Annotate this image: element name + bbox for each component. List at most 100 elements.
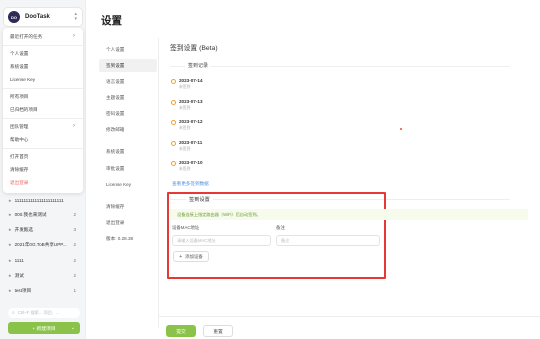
record-date: 2023-07-11 [179, 140, 203, 145]
new-project-label: + 新建项目 [32, 326, 56, 332]
menu-divider [3, 118, 83, 119]
page-title: 设置 [101, 15, 122, 27]
project-count: 2 [73, 258, 76, 263]
plus-icon: + [179, 253, 183, 260]
more-records-link[interactable]: 查看更多签到数据 [172, 181, 209, 187]
checkin-settings-label: 签到设置 [186, 196, 213, 203]
star-icon: ★ [8, 227, 12, 232]
settings-nav-password[interactable]: 密码设置 [99, 107, 157, 120]
wifi-hint: 设备连接上指定路由器（WiFi）后自动签到。 [170, 209, 528, 220]
settings-nav-license[interactable]: License Key [99, 178, 157, 191]
records-divider [170, 66, 510, 67]
record-date: 2023-07-13 [179, 99, 203, 104]
menu-item-license-key[interactable]: License Key [10, 77, 35, 82]
mac-address-label: 设备MAC地址 [172, 225, 200, 230]
project-item[interactable]: ★ 1111111111111111111111 [8, 198, 80, 203]
menu-item-archived-projects[interactable]: 已归档的项目 [10, 107, 38, 113]
search-icon: ⌕ [12, 310, 15, 316]
record-date: 2023-07-10 [179, 160, 203, 165]
add-device-button[interactable]: + 添加设备 [173, 251, 209, 262]
app-logo: DO [8, 11, 20, 23]
menu-item-help-center[interactable]: 帮助中心 [10, 137, 28, 143]
star-icon: ★ [8, 198, 12, 203]
remark-label: 备注 [276, 225, 285, 230]
project-name: 000.我也来测试 [14, 212, 47, 217]
project-search-input[interactable]: ⌕ Ctrl+F 搜索... 项目、... [8, 308, 80, 318]
reset-button[interactable]: 重置 [203, 325, 233, 337]
search-placeholder: Ctrl+F 搜索... 项目、... [17, 310, 60, 315]
star-icon: ★ [8, 288, 12, 293]
project-item[interactable]: ★ 1111 2 [8, 258, 80, 263]
remark-input[interactable]: 备注 [276, 235, 380, 246]
nav-divider [158, 38, 159, 328]
project-name: 测试 [14, 273, 24, 278]
project-count: 1 [73, 288, 76, 293]
settings-nav-approval[interactable]: 审批设置 [99, 162, 157, 175]
project-count: 2 [73, 273, 76, 278]
user-dropdown-menu: 最近打开的任务 个人设置 系统设置 License Key 所有项目 已归档的项… [3, 28, 83, 193]
settings-nav-logout[interactable]: 退出登录 [99, 216, 157, 229]
project-name: 1111 [14, 258, 24, 263]
section-title: 签到设置 (Beta) [170, 45, 218, 52]
project-item[interactable]: ★ 开发甄选 3 [8, 227, 80, 233]
menu-item-team-management[interactable]: 团队管理 [10, 123, 76, 130]
star-icon: ★ [8, 273, 12, 278]
menu-item-clear-cache[interactable]: 清除缓存 [10, 167, 28, 173]
record-status: 未签到 [179, 106, 191, 110]
project-name: 1111111111111111111111 [14, 198, 64, 203]
workspace-switcher[interactable]: DO DooTask ▴ ▾ [3, 7, 83, 27]
project-item[interactable]: ★ test项目 1 [8, 288, 80, 294]
project-count: 3 [73, 227, 76, 232]
project-name: 开发甄选 [14, 227, 33, 232]
mac-address-input[interactable]: 请输入设备MAC地址 [172, 235, 271, 246]
chevron-down-icon[interactable]: ⌄ [71, 325, 75, 331]
menu-item-recent-tasks[interactable]: 最近打开的任务 [10, 33, 75, 40]
cursor-marker [400, 128, 402, 130]
version-label: 版本: 0.28.38 [106, 236, 134, 241]
record-date: 2023-07-12 [179, 119, 203, 124]
app-sidebar: DO DooTask ▴▾ 最近打开的任务 个人设置 系统设置 License … [0, 0, 86, 339]
app-name: DooTask [25, 14, 50, 20]
settings-nav-clear-cache[interactable]: 清除缓存 [99, 200, 157, 213]
menu-divider [3, 148, 83, 149]
menu-divider [3, 88, 83, 89]
menu-item-all-projects[interactable]: 所有项目 [10, 94, 28, 100]
project-count: 2 [73, 212, 76, 217]
timeline-dot-icon [171, 161, 176, 166]
record-status: 未签到 [179, 147, 191, 151]
new-project-button[interactable]: + 新建项目 ⌄ [8, 322, 80, 334]
timeline-dot-icon [171, 100, 176, 105]
add-device-label: 添加设备 [185, 253, 203, 259]
menu-divider [3, 45, 83, 46]
menu-item-personal-settings[interactable]: 个人设置 [10, 51, 28, 57]
record-status: 未签到 [179, 85, 191, 89]
settings-nav-system[interactable]: 系统设置 [99, 145, 157, 158]
star-icon: ★ [8, 258, 12, 263]
menu-item-open-home[interactable]: 打开首页 [10, 154, 28, 160]
timeline-dot-icon [171, 141, 176, 146]
record-date: 2023-07-14 [179, 78, 203, 83]
timeline-dot-icon [171, 79, 176, 84]
project-item[interactable]: ★ 2021年0G.ToB共享UPP... 2 [8, 242, 80, 248]
project-item[interactable]: ★ 000.我也来测试 2 [8, 212, 80, 218]
record-status: 未签到 [179, 126, 191, 130]
footer-divider [158, 316, 540, 317]
records-label: 签到记录 [185, 62, 212, 69]
project-item[interactable]: ★ 测试 2 [8, 273, 80, 279]
menu-item-system-settings[interactable]: 系统设置 [10, 64, 28, 70]
menu-item-logout[interactable]: 退出登录 [10, 180, 28, 186]
settings-nav-email[interactable]: 修改邮箱 [99, 123, 157, 136]
star-icon: ★ [8, 212, 12, 217]
chevron-updown-icon: ▴ ▾ [74, 11, 77, 22]
timeline-dot-icon [171, 120, 176, 125]
settings-nav-language[interactable]: 语言设置 [99, 75, 157, 88]
star-icon: ★ [8, 242, 12, 247]
settings-nav-theme[interactable]: 主题设置 [99, 91, 157, 104]
settings-nav-checkin[interactable]: 签到设置 [99, 59, 157, 72]
project-count: 2 [73, 242, 76, 247]
record-status: 未签到 [179, 167, 191, 171]
project-name: 2021年0G.ToB共享UPP... [14, 242, 67, 247]
settings-nav-personal[interactable]: 个人设置 [99, 43, 157, 56]
submit-button[interactable]: 提交 [166, 325, 196, 337]
project-name: test项目 [14, 288, 32, 293]
